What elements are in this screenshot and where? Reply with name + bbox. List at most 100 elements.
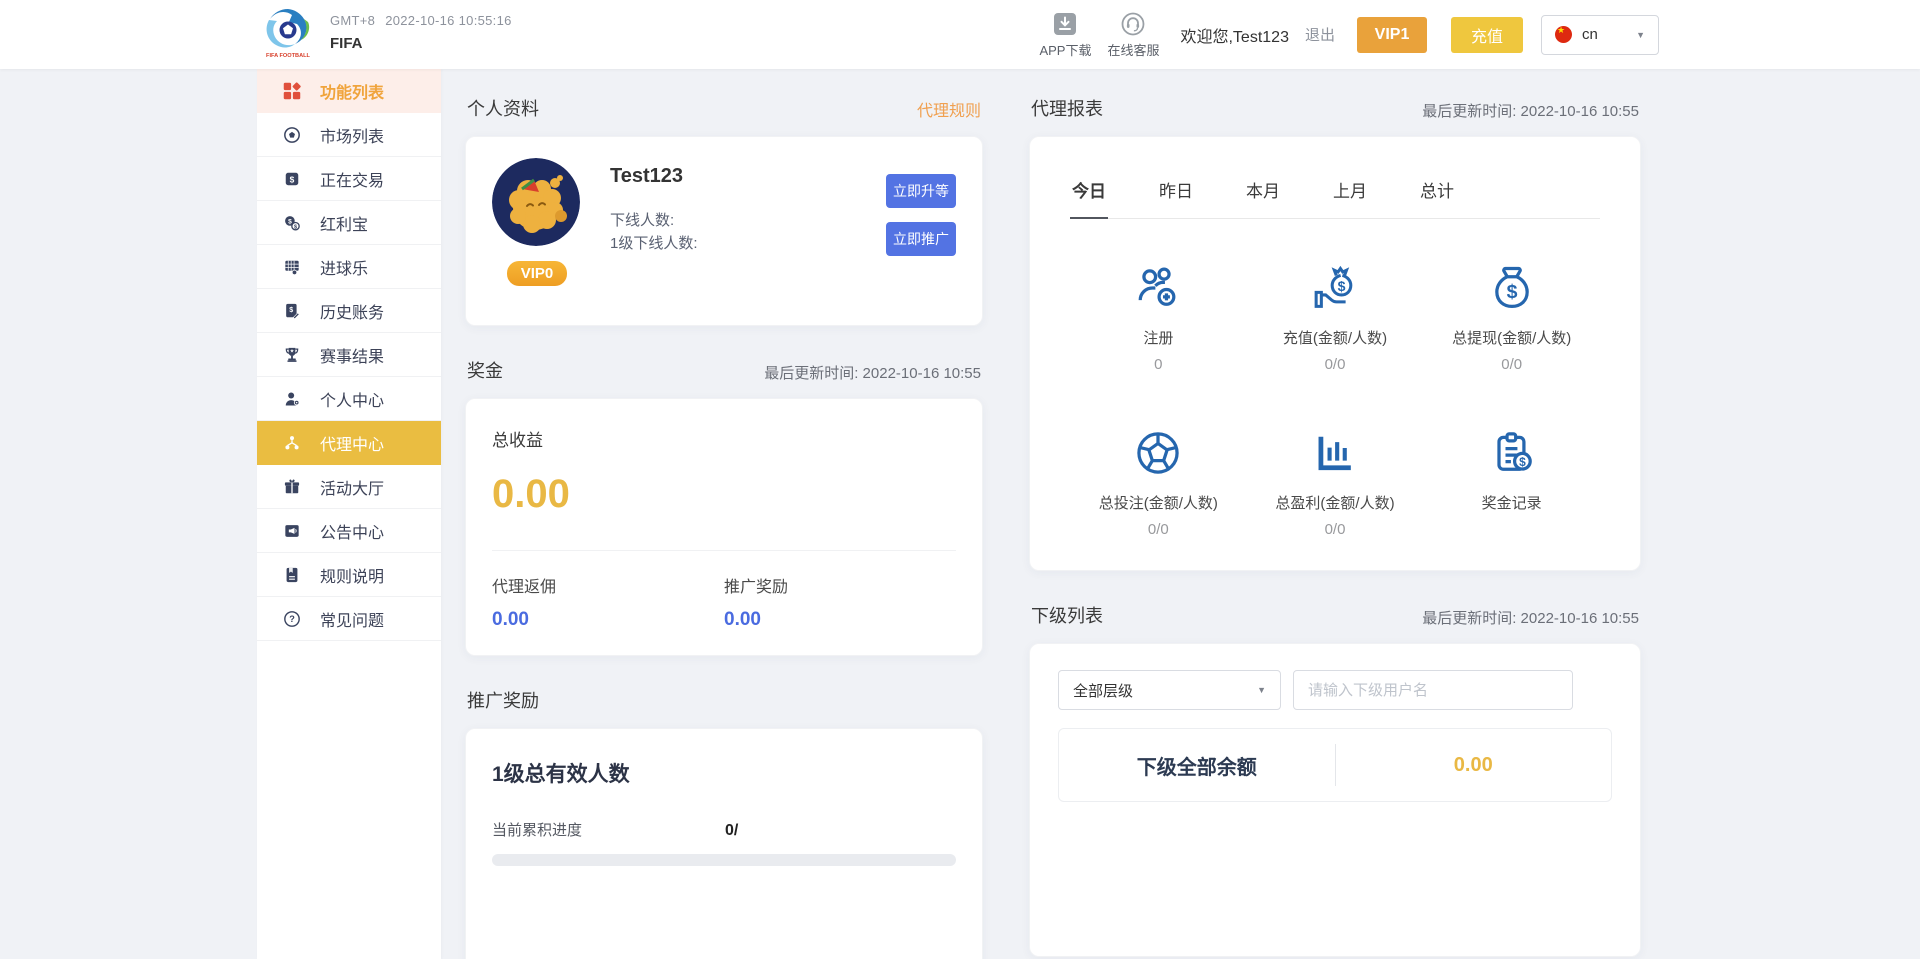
- sidebar-item-goal-fun[interactable]: 进球乐: [257, 245, 441, 289]
- upgrade-now-button[interactable]: 立即升等: [886, 174, 956, 208]
- total-income-label: 总收益: [492, 426, 956, 451]
- level1-valid-users-title: 1级总有效人数: [492, 758, 956, 788]
- stat-bet[interactable]: 总投注(金额/人数) 0/0: [1070, 423, 1247, 538]
- subordinates-last-update: 最后更新时间: 2022-10-16 10:55: [1422, 607, 1639, 628]
- download-icon: [1036, 11, 1094, 37]
- stat-register[interactable]: 注册 0: [1070, 258, 1247, 373]
- sidebar-item-activity[interactable]: 活动大厅: [257, 465, 441, 509]
- svg-text:$: $: [290, 174, 295, 184]
- sidebar: 功能列表 市场列表 $ 正在交易 $$ 红利宝 进球乐 $ 历史账务 ★ 赛事结…: [257, 69, 441, 959]
- level-filter-select[interactable]: 全部层级 ▼: [1058, 670, 1281, 710]
- agent-report-card: 今日 昨日 本月 上月 总计 注册 0 $ 充值(金额/人数) 0/0: [1029, 136, 1641, 571]
- subordinates-balance-label: 下级全部余额: [1059, 751, 1335, 780]
- level-filter-value: 全部层级: [1073, 680, 1133, 701]
- svg-text:$: $: [1519, 455, 1526, 469]
- bonus-record-icon: $: [1423, 423, 1600, 479]
- withdraw-moneybag-icon: $: [1423, 258, 1600, 314]
- agent-commission-label: 代理返佣: [492, 573, 724, 597]
- app-download-button[interactable]: APP下载: [1036, 11, 1094, 59]
- profit-chart-icon: [1247, 423, 1424, 479]
- tab-last-month[interactable]: 上月: [1331, 169, 1369, 219]
- stat-profit[interactable]: 总盈利(金额/人数) 0/0: [1247, 423, 1424, 538]
- grid-menu-icon: [281, 80, 303, 102]
- vip-level-badge: VIP0: [507, 261, 568, 286]
- language-select[interactable]: ★ cn ▼: [1541, 15, 1659, 55]
- downline-count-label: 下线人数:: [610, 209, 698, 232]
- brand-logo: FIFA FOOTBALL: [257, 4, 319, 70]
- question-icon: ?: [281, 609, 303, 629]
- sidebar-item-trading[interactable]: $ 正在交易: [257, 157, 441, 201]
- top-header: FIFA FOOTBALL GMT+8 2022-10-16 10:55:16 F…: [0, 0, 1920, 69]
- agent-commission-value: 0.00: [492, 609, 724, 631]
- sidebar-item-market-list[interactable]: 市场列表: [257, 113, 441, 157]
- progress-label: 当前累积进度: [492, 819, 725, 840]
- progress-bar: [492, 854, 956, 866]
- trophy-icon: ★: [281, 345, 303, 365]
- subordinates-balance-box: 下级全部余额 0.00: [1058, 728, 1612, 802]
- avatar: [492, 158, 580, 246]
- svg-text:?: ?: [289, 614, 295, 624]
- progress-value: 0/: [725, 822, 738, 840]
- tab-yesterday[interactable]: 昨日: [1157, 169, 1195, 219]
- gift-icon: [281, 477, 303, 497]
- bet-soccer-icon: [1070, 423, 1247, 479]
- tab-today[interactable]: 今日: [1070, 169, 1108, 219]
- profile-section-title: 个人资料: [467, 95, 539, 121]
- profile-card: VIP0 Test123 下线人数: 1级下线人数: 立即升等 立即推广: [465, 136, 983, 326]
- sidebar-item-dividend[interactable]: $$ 红利宝: [257, 201, 441, 245]
- chevron-down-icon: ▼: [1636, 30, 1645, 40]
- sidebar-item-personal[interactable]: 个人中心: [257, 377, 441, 421]
- timezone-label: GMT+8: [330, 13, 375, 28]
- promo-reward-label: 推广奖励: [724, 573, 956, 597]
- subordinates-balance-value: 0.00: [1336, 754, 1612, 777]
- promo-reward-value: 0.00: [724, 609, 956, 631]
- promotion-section-title: 推广奖励: [467, 687, 539, 713]
- sidebar-item-agency-center[interactable]: 代理中心: [257, 421, 441, 465]
- goal-net-icon: [281, 257, 303, 277]
- tab-total[interactable]: 总计: [1418, 169, 1456, 219]
- report-section-title: 代理报表: [1031, 95, 1103, 121]
- sidebar-item-faq[interactable]: ? 常见问题: [257, 597, 441, 641]
- online-service-label: 在线客服: [1104, 40, 1162, 59]
- agent-rules-link[interactable]: 代理规则: [917, 97, 981, 121]
- sidebar-item-rules[interactable]: 规则说明: [257, 553, 441, 597]
- megaphone-icon: [281, 521, 303, 541]
- svg-text:$: $: [1338, 278, 1346, 294]
- coins-icon: $$: [281, 213, 303, 233]
- svg-text:★: ★: [290, 348, 295, 354]
- book-icon: [281, 565, 303, 585]
- subordinates-section-title: 下级列表: [1031, 602, 1103, 628]
- subordinate-username-input[interactable]: [1293, 670, 1573, 710]
- subordinates-card: 全部层级 ▼ 下级全部余额 0.00: [1029, 643, 1641, 957]
- register-users-icon: [1070, 258, 1247, 314]
- welcome-user-text: 欢迎您,Test123: [1180, 23, 1289, 47]
- sidebar-item-announcement[interactable]: 公告中心: [257, 509, 441, 553]
- bonus-section-title: 奖金: [467, 357, 503, 383]
- bonus-card: 总收益 0.00 代理返佣 0.00 推广奖励 0.00: [465, 398, 983, 656]
- datetime-label: 2022-10-16 10:55:16: [385, 13, 511, 28]
- stat-withdraw[interactable]: $ 总提现(金额/人数) 0/0: [1423, 258, 1600, 373]
- headset-icon: [1104, 11, 1162, 37]
- total-income-value: 0.00: [492, 472, 956, 517]
- stat-deposit[interactable]: $ 充值(金额/人数) 0/0: [1247, 258, 1424, 373]
- sidebar-item-history[interactable]: $ 历史账务: [257, 289, 441, 333]
- brand-name: FIFA: [330, 35, 512, 52]
- promote-now-button[interactable]: 立即推广: [886, 222, 956, 256]
- chevron-down-icon: ▼: [1257, 685, 1266, 695]
- report-last-update: 最后更新时间: 2022-10-16 10:55: [1422, 100, 1639, 121]
- svg-text:$: $: [289, 305, 293, 313]
- level1-downline-count-label: 1级下线人数:: [610, 232, 698, 255]
- sidebar-item-results[interactable]: ★ 赛事结果: [257, 333, 441, 377]
- svg-text:$: $: [1506, 281, 1517, 303]
- vip-level-button[interactable]: VIP1: [1357, 17, 1427, 53]
- tab-this-month[interactable]: 本月: [1244, 169, 1282, 219]
- logout-link[interactable]: 退出: [1305, 24, 1335, 45]
- svg-text:$: $: [294, 224, 297, 230]
- divider: [492, 550, 956, 551]
- stat-bonus-record[interactable]: $ 奖金记录: [1423, 423, 1600, 538]
- app-download-label: APP下载: [1036, 40, 1094, 59]
- recharge-button[interactable]: 充值: [1451, 17, 1523, 53]
- online-service-button[interactable]: 在线客服: [1104, 11, 1162, 59]
- promotion-card: 1级总有效人数 当前累积进度 0/: [465, 728, 983, 959]
- bonus-last-update: 最后更新时间: 2022-10-16 10:55: [764, 362, 981, 383]
